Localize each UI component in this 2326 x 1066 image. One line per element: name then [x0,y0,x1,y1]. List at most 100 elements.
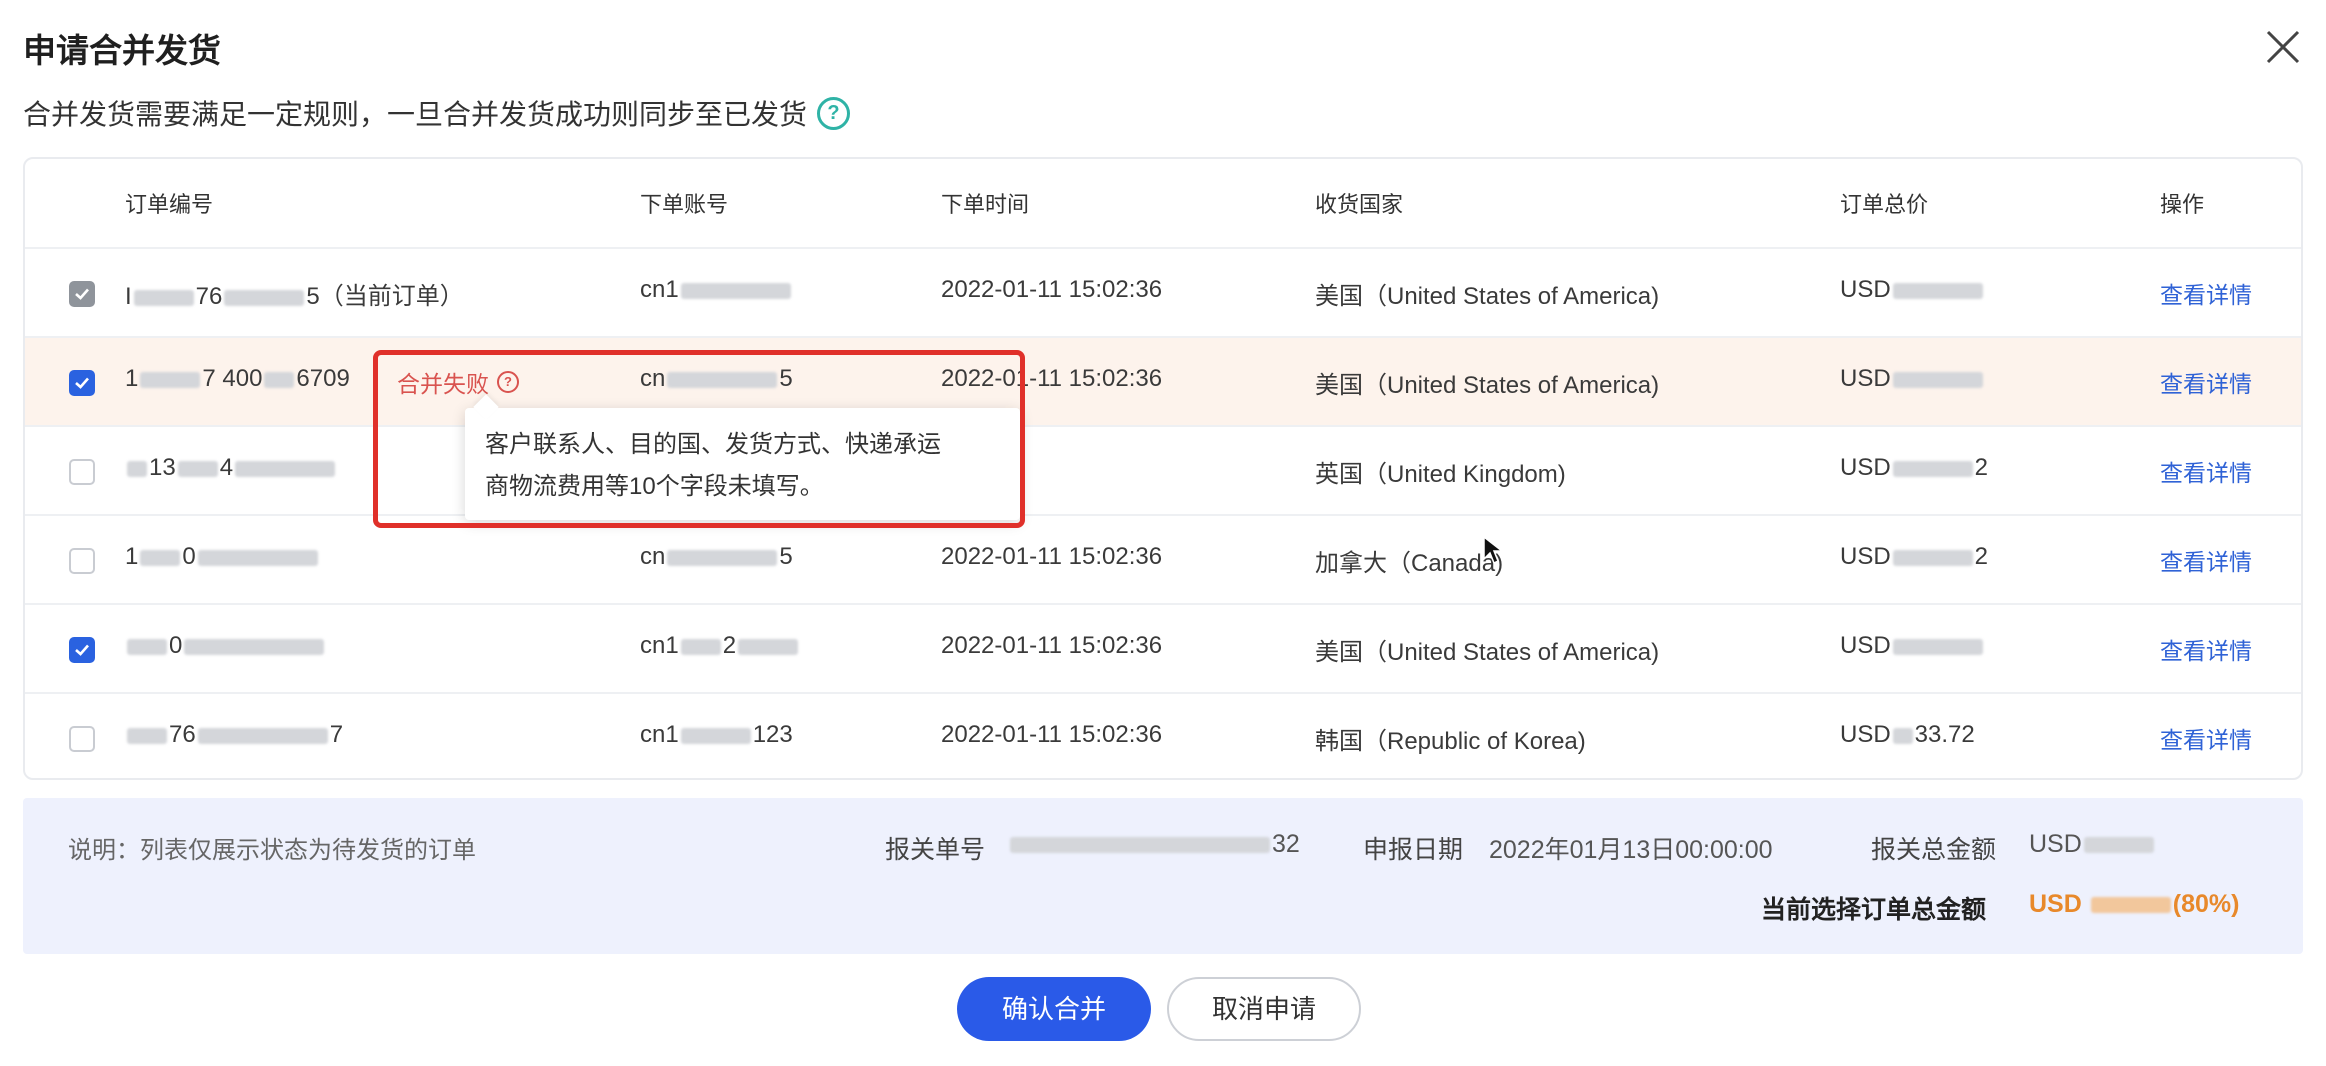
order-number-prefix: 13 [149,454,176,481]
table-header: 订单编号 下单账号 下单时间 收货国家 订单总价 操作 [25,159,2301,247]
selected-total-value: USD (80%) [2029,890,2239,919]
price-suffix: 33.72 [1914,721,1975,748]
price-suffix: 2 [1974,543,1989,570]
summary-panel: 说明：列表仅展示状态为待发货的订单 报关单号 32 申报日期 2022年01月1… [23,798,2303,954]
order-number-mid: 0 [182,543,196,570]
subtitle-text: 合并发货需要满足一定规则，一旦合并发货成功则同步至已发货 [23,99,808,130]
country: 美国（United States of America) [1315,372,1660,399]
order-number: 76 7 [125,721,343,749]
declare-date-value: 2022年01月13日00:00:00 [1489,836,1773,864]
account: cn1 2 [640,632,800,660]
table-row: 17 400 6709 合并失败 ? cn 5 2022-01-11 15:02:3… [25,336,2301,425]
view-details-link[interactable]: 查看详情 [2160,365,2252,399]
account: cn1 [640,276,793,304]
row-checkbox[interactable] [69,637,95,663]
total-price: USD [1840,632,1985,660]
price-currency: USD [1840,276,1891,303]
order-number-prefix: 1 [125,365,139,392]
total-price: USD 2 [1840,454,1988,482]
orders-table: 订单编号 下单账号 下单时间 收货国家 订单总价 操作 I 76 5（当前订单） c… [23,157,2303,780]
price-suffix: 2 [1974,454,1989,481]
table-row: 0 cn1 2 2022-01-11 15:02:36 美国（United Sta… [25,603,2301,692]
table-row: 10 cn 5 2022-01-11 15:02:36 加拿大（Canada) U… [25,514,2301,603]
order-number-mid: 76 [169,721,196,748]
order-number: 0 [125,632,326,660]
header-order-no: 订单编号 [125,192,214,217]
view-details-link[interactable]: 查看详情 [2160,454,2252,488]
customs-no-label: 报关单号 [885,836,986,864]
table-row: 13 4 英国（United Kingdom) USD 2 查看详情 [25,425,2301,514]
check-icon [75,288,89,300]
order-time: 2022-01-11 15:02:36 [941,543,1163,570]
price-currency: USD [1840,721,1891,748]
check-icon [75,377,89,389]
price-currency: USD [1840,543,1891,570]
account-prefix: cn1 [640,276,679,303]
view-details-link[interactable]: 查看详情 [2160,543,2252,577]
table-row: 76 7 cn1 123 2022-01-11 15:02:36 韩国（Republ… [25,692,2301,778]
country: 加拿大（Canada) [1315,550,1504,577]
total-price: USD 33.72 [1840,721,1975,749]
total-price: USD [1840,365,1985,393]
row-checkbox[interactable] [69,459,95,485]
order-number: 10 [125,543,320,571]
annotation-highlight-box [373,350,1025,528]
view-details-link[interactable]: 查看详情 [2160,632,2252,666]
account-suffix: 123 [752,721,793,748]
cancel-application-button[interactable]: 取消申请 [1167,977,1361,1041]
footer-note: 说明：列表仅展示状态为待发货的订单 [68,837,476,864]
account-suffix: 5 [779,543,793,570]
country: 韩国（Republic of Korea) [1315,728,1586,755]
row-checkbox[interactable] [69,370,95,396]
row-checkbox[interactable] [69,548,95,574]
dialog-title: 申请合并发货 [23,32,221,69]
order-number-mid: 7 400 [202,365,263,392]
header-country: 收货国家 [1315,192,1404,217]
total-price: USD 2 [1840,543,1988,571]
customs-total-label: 报关总金额 [1871,836,1997,864]
country: 美国（United States of America) [1315,283,1660,310]
header-account: 下单账号 [640,192,729,217]
selected-total-percent: (80%) [2172,890,2240,918]
view-details-link[interactable]: 查看详情 [2160,276,2252,310]
order-number-mid: 76 [195,283,223,310]
row-checkbox[interactable] [69,281,95,307]
order-time: 2022-01-11 15:02:36 [941,276,1163,303]
table-row: I 76 5（当前订单） cn1 2022-01-11 15:02:36 美国（Un… [25,247,2301,336]
row-checkbox[interactable] [69,726,95,752]
customs-no-suffix: 32 [1272,830,1300,858]
order-number-prefix: 1 [125,543,139,570]
order-number: 13 4 [125,454,337,482]
account-suffix: 2 [722,632,737,659]
customs-total-value: USD [2029,830,2156,859]
close-icon[interactable] [2262,26,2304,68]
account: cn1 123 [640,721,793,749]
view-details-link[interactable]: 查看详情 [2160,721,2252,755]
customs-total-currency: USD [2029,830,2082,858]
check-icon [75,644,89,656]
account: cn 5 [640,543,793,571]
account-prefix: cn [640,543,666,570]
selected-total-label: 当前选择订单总金额 [1761,896,1987,924]
customs-no-value: 32 [1008,830,1300,859]
order-number: 1 7 400 6709 [125,365,350,393]
country: 英国（United Kingdom) [1315,461,1566,488]
confirm-merge-button[interactable]: 确认合并 [957,977,1151,1041]
header-total-price: 订单总价 [1840,192,1929,217]
order-number-mid: 0 [169,632,183,659]
declare-date-label: 申报日期 [1363,836,1464,864]
order-time: 2022-01-11 15:02:36 [941,721,1163,748]
account-prefix: cn1 [640,721,679,748]
dialog-subtitle: 合并发货需要满足一定规则，一旦合并发货成功则同步至已发货 ? [23,93,851,133]
help-circle-icon[interactable]: ? [817,96,851,130]
order-number-prefix: I [125,283,132,310]
header-order-time: 下单时间 [941,192,1030,217]
order-time: 2022-01-11 15:02:36 [941,632,1163,659]
price-currency: USD [1840,632,1891,659]
order-number: I 76 5（当前订单） [125,276,464,311]
order-number-suffix: 5 [306,283,320,310]
order-number-suffix: 7 [329,721,344,748]
price-currency: USD [1840,454,1891,481]
country: 美国（United States of America) [1315,639,1660,666]
mouse-cursor-icon [1483,535,1504,565]
